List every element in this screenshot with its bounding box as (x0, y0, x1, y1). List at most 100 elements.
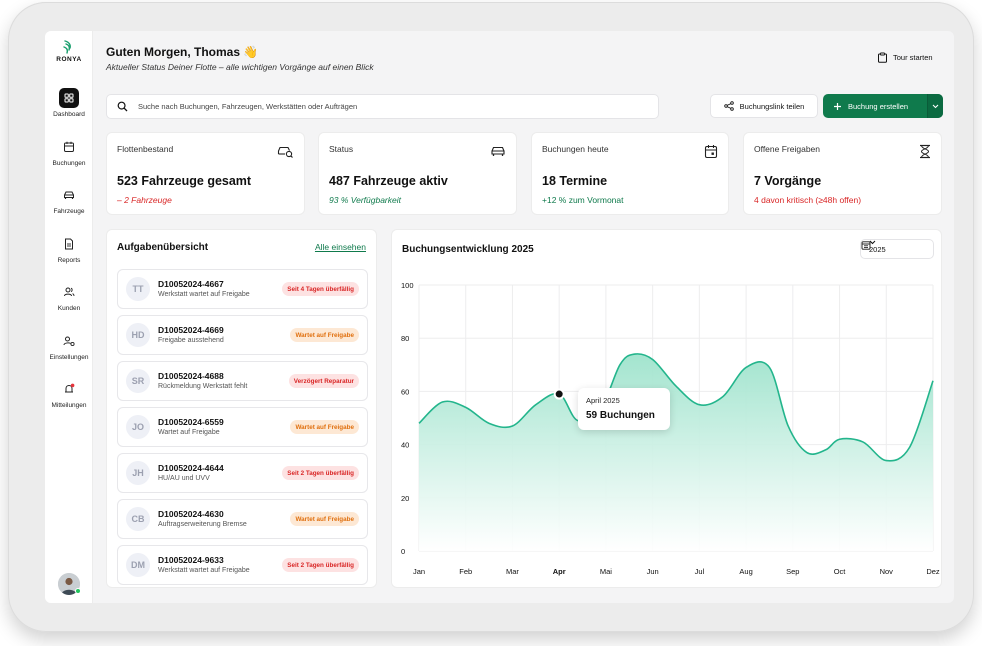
car-icon (64, 191, 74, 199)
kpi-card-sub: 4 davon kritisch (≥48h offen) (754, 195, 862, 205)
x-tick-label: Sep (786, 567, 799, 576)
status-badge: Verzögert Reparatur (288, 374, 359, 388)
task-description: Freigabe ausstehend (158, 337, 224, 344)
x-tick-label: Mar (506, 567, 519, 576)
sidebar-item-label: Fahrzeuge (53, 208, 85, 215)
x-tick-label: Nov (880, 567, 894, 576)
booking-chart-panel: Buchungsentwicklung 2025 2025 0 20 40 60 80 1… (391, 229, 942, 588)
x-tick-label: Jun (647, 567, 659, 576)
kpi-card-title: Status (329, 144, 354, 154)
view-all-tasks-link[interactable]: Alle einsehen (315, 242, 366, 252)
x-tick-label: Oct (834, 567, 847, 576)
sidebar-item-fahrzeuge[interactable]: Fahrzeuge (45, 185, 93, 215)
user-settings-icon (63, 336, 75, 347)
task-overview-panel: Aufgabenübersicht Alle einsehen TT D1005… (106, 229, 377, 588)
task-item[interactable]: DM D10052024-9633 Werkstatt wartet auf F… (117, 545, 368, 585)
sidebar-item-label: Dashboard (53, 111, 85, 118)
task-item[interactable]: JH D10052024-4644 HU/AU und UVV Seit 2 T… (117, 453, 368, 493)
sidebar-item-label: Buchungen (52, 160, 86, 167)
calendar-icon (704, 145, 718, 159)
share-icon (723, 101, 734, 111)
task-avatar: DM (126, 553, 150, 577)
task-item[interactable]: HD D10052024-4669 Freigabe ausstehend Wa… (117, 315, 368, 355)
task-description: Wartet auf Freigabe (158, 429, 220, 436)
page-subtitle: Aktueller Status Deiner Flotte – alle wi… (106, 62, 374, 72)
kpi-card-flottenbestand[interactable]: Flottenbestand 523 Fahrzeuge gesamt – 2 … (106, 132, 305, 215)
chevron-down-icon (932, 104, 939, 108)
task-avatar: HD (126, 323, 150, 347)
hourglass-icon (920, 144, 930, 159)
search-bar[interactable] (106, 94, 659, 119)
y-tick-label: 40 (401, 441, 409, 450)
task-id: D10052024-4630 (158, 509, 224, 519)
brand-name: RONYA (56, 56, 82, 63)
sidebar-item-kunden[interactable]: Kunden (45, 282, 93, 312)
task-id: D10052024-9633 (158, 555, 224, 565)
kpi-card-sub: – 2 Fahrzeuge (117, 195, 172, 205)
x-tick-label: Jan (413, 567, 425, 576)
task-description: Auftragserweiterung Bremse (158, 521, 247, 528)
status-badge: Wartet auf Freigabe (290, 328, 359, 342)
kpi-card-offene-freigaben[interactable]: Offene Freigaben 7 Vorgänge 4 davon krit… (743, 132, 942, 215)
x-tick-label: Mai (600, 567, 612, 576)
search-icon (117, 101, 128, 112)
share-button-label: Buchungslink teilen (739, 101, 805, 111)
brand-logo[interactable]: RONYA (45, 39, 93, 63)
task-description: Rückmeldung Werkstatt fehlt (158, 383, 248, 390)
kpi-card-sub: +12 % zum Vormonat (542, 195, 624, 205)
task-id: D10052024-6559 (158, 417, 224, 427)
share-booking-link-button[interactable]: Buchungslink teilen (710, 94, 818, 118)
task-item[interactable]: TT D10052024-4667 Werkstatt wartet auf F… (117, 269, 368, 309)
x-tick-label: Apr (553, 567, 566, 576)
task-item[interactable]: SR D10052024-4688 Rückmeldung Werkstatt … (117, 361, 368, 401)
create-booking-main[interactable]: Buchung erstellen (823, 102, 927, 111)
app-screen: RONYA Dashboard Buchungen Fahrzeuge Repo… (45, 31, 954, 603)
task-id: D10052024-4667 (158, 279, 224, 289)
calendar-icon (64, 141, 74, 152)
status-badge: Seit 2 Tagen überfällig (282, 558, 359, 572)
sidebar-item-reports[interactable]: Reports (45, 234, 93, 264)
search-input[interactable] (138, 102, 638, 111)
document-icon (65, 238, 73, 250)
plus-icon (834, 102, 841, 110)
kpi-card-title: Offene Freigaben (754, 144, 820, 154)
chart-tooltip: April 2025 59 Buchungen (578, 388, 670, 430)
task-avatar: JH (126, 461, 150, 485)
kpi-card-title: Buchungen heute (542, 144, 609, 154)
sidebar-item-buchungen[interactable]: Buchungen (45, 137, 93, 167)
create-booking-dropdown[interactable] (927, 94, 943, 118)
task-item[interactable]: CB D10052024-4630 Auftragserweiterung Br… (117, 499, 368, 539)
create-button-label: Buchung erstellen (848, 101, 909, 111)
task-avatar: TT (126, 277, 150, 301)
sidebar-item-label: Mitteilungen (51, 402, 87, 409)
x-tick-label: Aug (739, 567, 752, 576)
tour-button[interactable]: Tour starten (877, 52, 933, 63)
status-badge: Seit 2 Tagen überfällig (282, 466, 359, 480)
ronya-logo-icon (63, 40, 71, 54)
kpi-card-value: 523 Fahrzeuge gesamt (117, 174, 252, 188)
kpi-card-status[interactable]: Status 487 Fahrzeuge aktiv 93 % Verfügba… (318, 132, 517, 215)
highlight-point (553, 388, 565, 400)
bell-icon (65, 383, 75, 393)
x-tick-label: Feb (459, 567, 472, 576)
kpi-card-value: 487 Fahrzeuge aktiv (329, 174, 448, 188)
task-description: Werkstatt wartet auf Freigabe (158, 291, 250, 298)
sidebar-item-dashboard[interactable]: Dashboard (45, 88, 93, 118)
task-item[interactable]: JO D10052024-6559 Wartet auf Freigabe Wa… (117, 407, 368, 447)
kpi-card-buchungen-heute[interactable]: Buchungen heute 18 Termine +12 % zum Vor… (531, 132, 729, 215)
sidebar-item-einstellungen[interactable]: Einstellungen (45, 331, 93, 361)
task-id: D10052024-4669 (158, 325, 224, 335)
y-tick-label: 60 (401, 387, 409, 396)
users-icon (64, 287, 75, 297)
task-avatar: JO (126, 415, 150, 439)
sidebar-item-mitteilungen[interactable]: Mitteilungen (45, 379, 93, 409)
task-description: Werkstatt wartet auf Freigabe (158, 567, 250, 574)
clipboard-icon (878, 52, 887, 63)
sidebar-item-label: Reports (57, 257, 81, 264)
create-booking-button[interactable]: Buchung erstellen (823, 94, 943, 118)
tooltip-value: 59 Buchungen (586, 410, 655, 421)
task-id: D10052024-4644 (158, 463, 224, 473)
tooltip-label: April 2025 (586, 396, 620, 405)
y-tick-label: 20 (401, 494, 409, 503)
task-avatar: CB (126, 507, 150, 531)
